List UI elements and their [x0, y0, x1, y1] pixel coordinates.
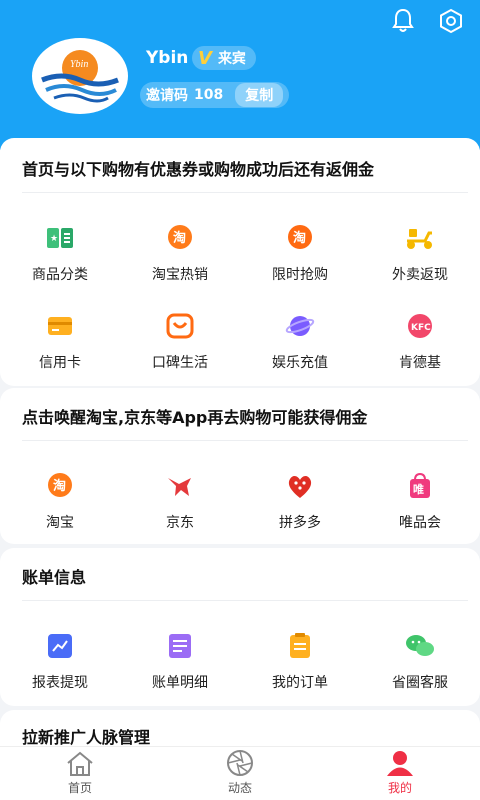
- profile-header: Ybin Ybin V 来宾 邀请码 108 复制: [0, 0, 480, 150]
- username: Ybin: [146, 48, 189, 68]
- grid-item-jd[interactable]: 京东: [120, 458, 240, 546]
- bill-icon: [164, 630, 196, 662]
- grid-item-label: 唯品会: [399, 515, 441, 531]
- svg-text:淘: 淘: [53, 478, 66, 494]
- settings-icon[interactable]: [436, 6, 466, 36]
- grid-item-kfc[interactable]: KFC 肯德基: [360, 298, 480, 386]
- vip-badge: V 来宾: [192, 46, 256, 70]
- tab-label: 动态: [227, 781, 252, 795]
- invite-label: 邀请码: [146, 88, 188, 104]
- grid-item-label: 限时抢购: [272, 267, 328, 283]
- planet-icon: [284, 310, 316, 342]
- scooter-icon: [404, 222, 436, 254]
- grid-item-label: 娱乐充值: [272, 355, 328, 371]
- grid-item-label: 肯德基: [399, 355, 441, 371]
- grid-item-label: 省圈客服: [392, 675, 448, 691]
- grid-item-bill-detail[interactable]: 账单明细: [120, 618, 240, 706]
- bottom-tabbar: 首页 动态 我的: [0, 746, 480, 800]
- credit-card-icon: [44, 310, 76, 342]
- grid-item-credit-card[interactable]: 信用卡: [0, 298, 120, 386]
- tab-mine[interactable]: 我的: [320, 747, 480, 800]
- section-title: 点击唤醒淘宝,京东等App再去购物可能获得佣金: [22, 408, 368, 427]
- divider: [22, 600, 468, 601]
- svg-text:淘: 淘: [173, 230, 186, 246]
- grid-item-taobao-hot[interactable]: 淘 淘宝热销: [120, 210, 240, 298]
- category-book-icon: ★: [44, 222, 76, 254]
- grid-item-vipshop[interactable]: 唯 唯品会: [360, 458, 480, 546]
- grid-item-label: 信用卡: [39, 355, 81, 371]
- billing-section: 账单信息 报表提现 账单明细 我的订单 省圈客服: [0, 548, 480, 706]
- avatar[interactable]: Ybin: [32, 38, 128, 114]
- grid-item-label: 报表提现: [32, 675, 88, 691]
- grid-item-label: 淘宝: [46, 515, 74, 531]
- grid-item-category[interactable]: ★ 商品分类: [0, 210, 120, 298]
- grid-item-label: 我的订单: [272, 675, 328, 691]
- vip-mark: V: [198, 47, 212, 69]
- grid-item-label: 拼多多: [279, 515, 321, 531]
- grid-item-label: 淘宝热销: [152, 267, 208, 283]
- grid-item-pinduoduo[interactable]: 拼多多: [240, 458, 360, 546]
- tab-label: 我的: [387, 781, 412, 795]
- home-icon: [67, 751, 93, 776]
- section-title: 拉新推广人脉管理: [22, 728, 151, 747]
- svg-text:★: ★: [50, 234, 58, 244]
- divider: [22, 192, 468, 193]
- section-title: 首页与以下购物有优惠券或购物成功后还有返佣金: [22, 160, 375, 179]
- app-wakeup-section: 点击唤醒淘宝,京东等App再去购物可能获得佣金 淘 淘宝 京东 拼多多 唯 唯品…: [0, 388, 480, 544]
- aperture-icon: [227, 750, 253, 776]
- kfc-icon: KFC: [404, 310, 436, 342]
- taobao-icon: 淘: [44, 470, 76, 502]
- chart-icon: [44, 630, 76, 662]
- grid-item-takeout[interactable]: 外卖返现: [360, 210, 480, 298]
- vip-bag-icon: 唯: [404, 470, 436, 502]
- jd-dog-icon: [164, 470, 196, 502]
- wechat-icon: [404, 630, 436, 662]
- grid-item-customer-service[interactable]: 省圈客服: [360, 618, 480, 706]
- koubei-icon: [164, 310, 196, 342]
- coupon-section: 首页与以下购物有优惠券或购物成功后还有返佣金 ★ 商品分类 淘 淘宝热销 淘 限…: [0, 138, 480, 386]
- tab-home[interactable]: 首页: [0, 747, 160, 800]
- grid-item-recharge[interactable]: 娱乐充值: [240, 298, 360, 386]
- taobao-icon: 淘: [284, 222, 316, 254]
- grid-item-flash-sale[interactable]: 淘 限时抢购: [240, 210, 360, 298]
- taobao-icon: 淘: [164, 222, 196, 254]
- grid-item-label: 账单明细: [152, 675, 208, 691]
- vip-label: 来宾: [217, 51, 246, 67]
- copy-button[interactable]: 复制: [235, 83, 284, 107]
- user-icon: [387, 751, 413, 776]
- grid-item-label: 商品分类: [32, 267, 88, 283]
- grid-item-label: 京东: [166, 515, 194, 531]
- invite-code: 108: [194, 87, 224, 103]
- grid-item-my-orders[interactable]: 我的订单: [240, 618, 360, 706]
- top-icons: [388, 6, 466, 36]
- grid-item-label: 外卖返现: [392, 267, 448, 283]
- order-icon: [284, 630, 316, 662]
- svg-text:KFC: KFC: [411, 323, 431, 333]
- pinduoduo-icon: [284, 470, 316, 502]
- grid-item-taobao[interactable]: 淘 淘宝: [0, 458, 120, 546]
- svg-text:淘: 淘: [293, 230, 306, 246]
- grid-item-report-withdraw[interactable]: 报表提现: [0, 618, 120, 706]
- grid-item-koubei[interactable]: 口碑生活: [120, 298, 240, 386]
- invite-code-pill: 邀请码 108 复制: [140, 82, 290, 108]
- grid-item-label: 口碑生活: [152, 355, 208, 371]
- logo-text: Ybin: [70, 59, 88, 70]
- section-title: 账单信息: [22, 568, 87, 587]
- bell-icon[interactable]: [388, 6, 418, 36]
- svg-text:唯: 唯: [413, 482, 424, 496]
- tab-label: 首页: [67, 781, 92, 795]
- divider: [22, 440, 468, 441]
- tab-feed[interactable]: 动态: [160, 747, 320, 800]
